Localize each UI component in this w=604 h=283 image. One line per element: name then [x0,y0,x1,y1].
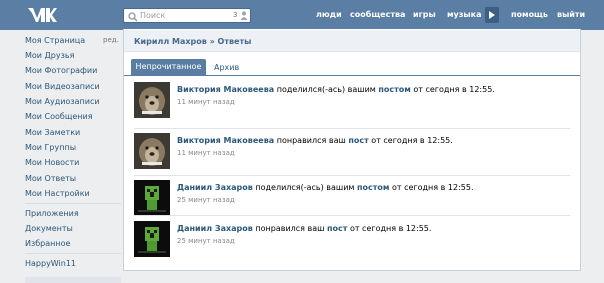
menu-documents[interactable]: Документы [25,224,73,233]
action-text: поделился(-ась) вашим [276,85,376,94]
notification-text: Даниил Захаров поделился(-ась) вашим пос… [177,183,474,192]
edit-menu-link[interactable]: ред. [103,36,119,44]
menu-news[interactable]: Мои Новости [25,158,79,167]
notification-text: Даниил Захаров понравился ваш пост от се… [177,224,431,233]
tab-bar: Непрочитанное Архив [124,59,580,76]
nav-help[interactable]: помощь [511,10,548,19]
tab-archive[interactable]: Архив [214,63,239,72]
post-link[interactable]: постом [357,183,389,192]
menu-messages[interactable]: Мои Сообщения [25,112,93,121]
menu-divider [25,203,121,204]
play-button[interactable] [485,7,499,23]
menu-bottom-block [25,277,121,283]
search-count: 3 [233,11,238,19]
date-text: от сегодня в 12:55. [392,183,474,192]
main-panel: Кирилл Махров » Ответы Непрочитанное Арх… [123,29,581,271]
action-text: понравился ваш [255,224,325,233]
timestamp[interactable]: 25 минут назад [177,237,235,245]
notification-item: Даниил Захаров поделился(-ась) вашим пос… [134,180,570,227]
user-thumbnail[interactable] [134,82,170,118]
nav-communities[interactable]: сообщества [350,10,405,19]
action-text: поделился(-ась) вашим [255,183,355,192]
post-link[interactable]: пост [327,224,347,233]
nav-games[interactable]: игры [413,10,436,19]
menu-apps[interactable]: Приложения [25,209,79,218]
menu-settings[interactable]: Мои Настройки [25,189,90,198]
search-box[interactable]: 3 [123,8,251,23]
date-text: от сегодня в 12:55. [349,224,432,233]
nav-music[interactable]: музыка [447,10,481,19]
row-divider [134,215,570,216]
nav-people[interactable]: люди [316,10,342,19]
notification-item: Даниил Захаров понравился ваш пост от се… [134,221,570,268]
vk-logo[interactable] [27,6,57,24]
row-divider [134,128,570,129]
menu-audio[interactable]: Мои Аудиозаписи [25,97,100,106]
menu-app-happywin11[interactable]: HappyWin11 [25,259,76,268]
user-thumbnail[interactable] [134,180,170,216]
post-link[interactable]: постом [378,85,410,94]
user-name-link[interactable]: Виктория Маковеева [177,136,274,145]
action-text: понравился ваш [276,136,346,145]
nav-logout[interactable]: выйти [557,10,585,19]
menu-answers[interactable]: Мои Ответы [25,174,76,183]
timestamp[interactable]: 25 минут назад [177,196,235,204]
post-link[interactable]: пост [348,136,368,145]
date-text: от сегодня в 12:55. [413,85,495,94]
user-thumbnail[interactable] [134,221,170,257]
search-input[interactable] [140,10,224,21]
notification-text: Виктория Маковеева поделился(-ась) вашим… [177,85,495,94]
menu-groups[interactable]: Мои Группы [25,143,76,152]
menu-my-page[interactable]: Моя Страница [25,36,85,45]
menu-notes[interactable]: Мои Заметки [25,128,80,137]
notification-item: Виктория Маковеева поделился(-ась) вашим… [134,82,570,129]
user-name-link[interactable]: Виктория Маковеева [177,85,274,94]
search-icon [128,12,138,22]
user-icon[interactable] [240,11,248,20]
menu-videos[interactable]: Мои Видеозаписи [25,82,100,91]
row-divider [134,175,570,176]
tab-unread[interactable]: Непрочитанное [131,59,206,76]
user-name-link[interactable]: Даниил Захаров [177,224,253,233]
notification-item: Виктория Маковеева понравился ваш пост о… [134,133,570,180]
notification-text: Виктория Маковеева понравился ваш пост о… [177,136,453,145]
timestamp[interactable]: 11 минут назад [177,149,235,157]
menu-photos[interactable]: Мои Фотографии [25,66,97,75]
menu-divider [25,253,121,254]
date-text: от сегодня в 12:55. [371,136,453,145]
user-name-link[interactable]: Даниил Захаров [177,183,253,192]
breadcrumb[interactable]: Кирилл Махров » Ответы [134,37,251,46]
play-icon [489,11,495,19]
top-header: 3 люди сообщества игры музыка помощь вый… [0,0,604,30]
user-thumbnail[interactable] [134,133,170,169]
menu-friends[interactable]: Мои Друзья [25,51,74,60]
panel-header: Кирилл Махров » Ответы [124,30,580,52]
timestamp[interactable]: 11 минут назад [177,98,235,106]
menu-favorites[interactable]: Избранное [25,239,70,248]
